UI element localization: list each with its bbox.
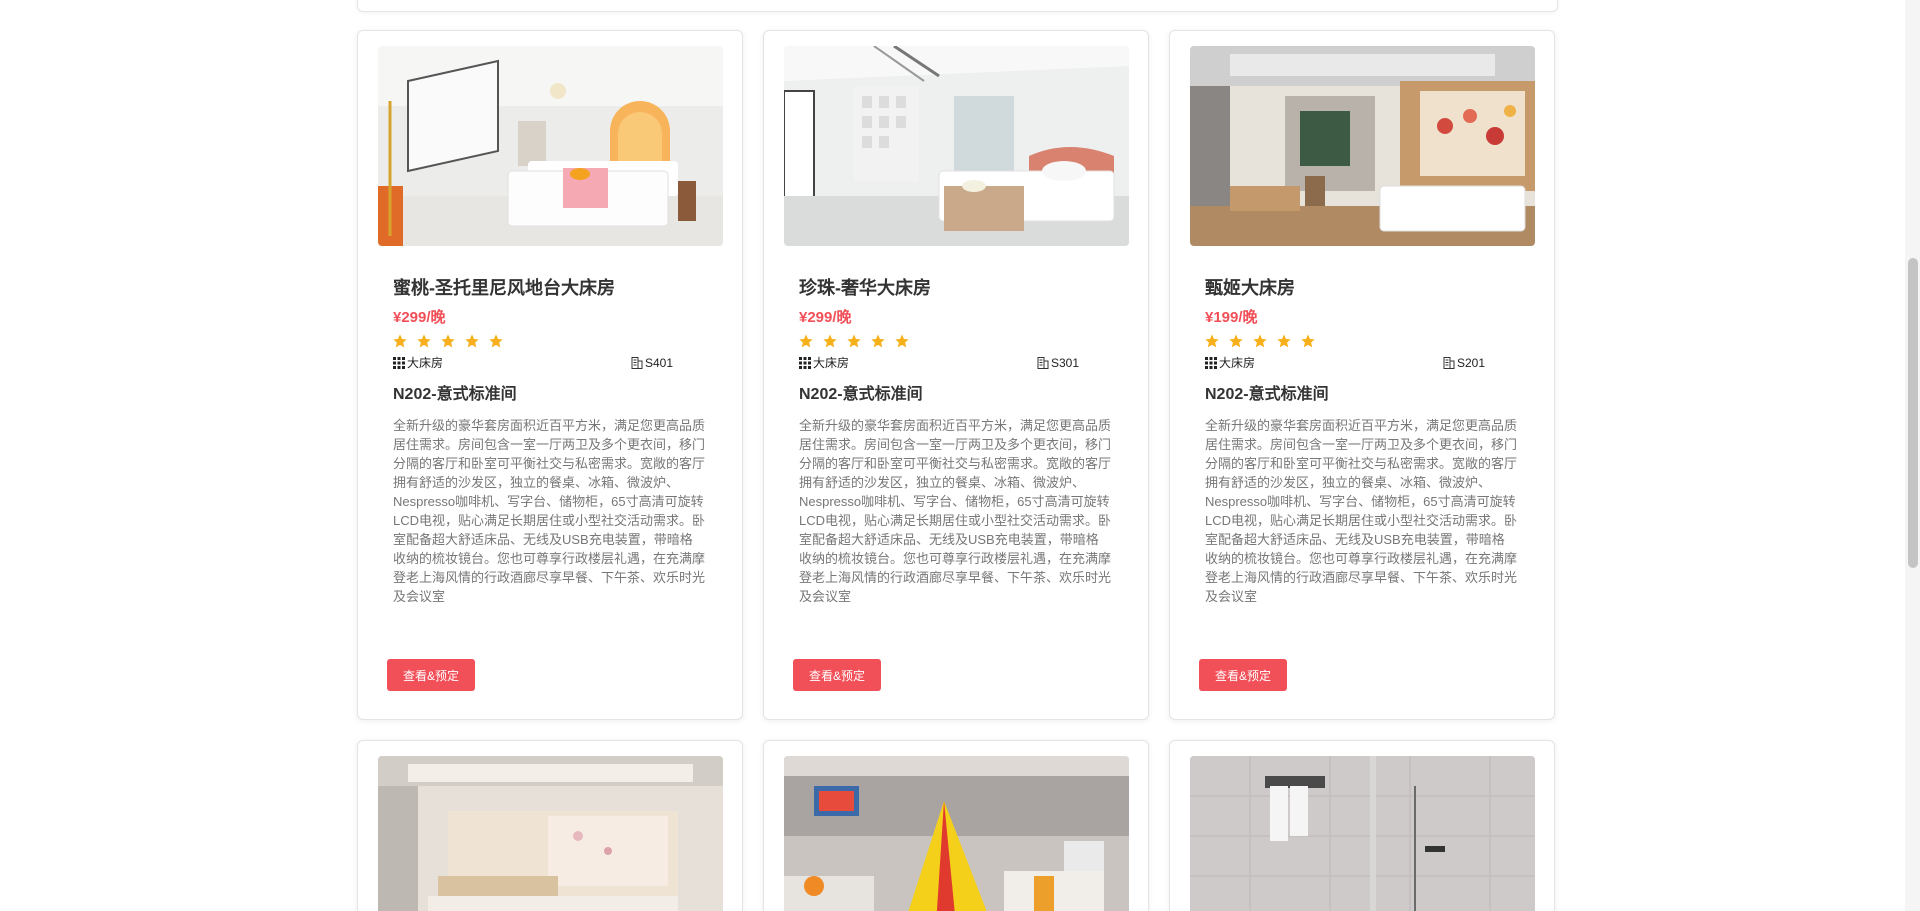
room-meta: 大床房 S301 bbox=[799, 355, 1079, 371]
room-photo[interactable] bbox=[1190, 756, 1535, 911]
room-price: ¥299/晚 bbox=[799, 309, 852, 326]
room-type: 大床房 bbox=[1205, 355, 1255, 371]
star-icon bbox=[871, 334, 885, 348]
room-photo-image bbox=[1190, 756, 1535, 911]
star-icon bbox=[823, 334, 837, 348]
room-card: 蜜桃-圣托里尼风地台大床房 ¥299/晚 大床房 S401 N202-意式标准间… bbox=[357, 30, 743, 720]
room-name[interactable]: 甄姬大床房 bbox=[1205, 276, 1534, 300]
room-card: 甄姬大床房 ¥199/晚 大床房 S201 N202-意式标准间 全新升级的豪华… bbox=[1169, 30, 1555, 720]
star-rating bbox=[1204, 333, 1534, 351]
star-icon bbox=[489, 334, 503, 348]
room-number-label: S301 bbox=[1050, 356, 1079, 370]
grid-icon bbox=[1205, 357, 1217, 369]
room-number: S201 bbox=[1443, 355, 1485, 371]
room-type-label: 大床房 bbox=[813, 356, 850, 370]
room-description: 全新升级的豪华套房面积近百平方米，满足您更高品质居住需求。房间包含一室一厅两卫及… bbox=[393, 418, 705, 604]
room-type: 大床房 bbox=[799, 355, 849, 371]
view-and-book-button[interactable]: 查看&预定 bbox=[793, 659, 881, 691]
room-photo[interactable] bbox=[378, 756, 723, 911]
room-photo[interactable] bbox=[784, 46, 1129, 246]
room-photo-image bbox=[378, 46, 723, 246]
star-icon bbox=[393, 334, 407, 348]
page-viewport: 蜜桃-圣托里尼风地台大床房 ¥299/晚 大床房 S401 N202-意式标准间… bbox=[0, 0, 1920, 911]
room-number-label: S401 bbox=[644, 356, 673, 370]
room-photo-image bbox=[784, 756, 1129, 911]
building-icon bbox=[1443, 357, 1455, 369]
room-photo-image bbox=[1190, 46, 1535, 246]
page-scrollbar[interactable] bbox=[1905, 0, 1920, 911]
view-and-book-button[interactable]: 查看&预定 bbox=[387, 659, 475, 691]
star-icon bbox=[847, 334, 861, 348]
room-name[interactable]: 蜜桃-圣托里尼风地台大床房 bbox=[393, 276, 722, 300]
building-icon bbox=[631, 357, 643, 369]
room-price: ¥199/晚 bbox=[1205, 309, 1258, 326]
room-photo[interactable] bbox=[1190, 46, 1535, 246]
room-description: 全新升级的豪华套房面积近百平方米，满足您更高品质居住需求。房间包含一室一厅两卫及… bbox=[799, 418, 1111, 604]
room-meta: 大床房 S201 bbox=[1205, 355, 1485, 371]
room-photo-image bbox=[784, 46, 1129, 246]
room-subtitle: N202-意式标准间 bbox=[799, 386, 923, 403]
room-subtitle: N202-意式标准间 bbox=[1205, 386, 1329, 403]
room-card: 珍珠-奢华大床房 ¥299/晚 大床房 S301 N202-意式标准间 全新升级… bbox=[763, 30, 1149, 720]
room-description: 全新升级的豪华套房面积近百平方米，满足您更高品质居住需求。房间包含一室一厅两卫及… bbox=[1205, 418, 1517, 604]
previous-section-card bbox=[357, 0, 1558, 12]
star-icon bbox=[1301, 334, 1315, 348]
star-icon bbox=[895, 334, 909, 348]
room-name[interactable]: 珍珠-奢华大床房 bbox=[799, 276, 1128, 300]
grid-icon bbox=[799, 357, 811, 369]
star-rating bbox=[392, 333, 722, 351]
star-rating bbox=[798, 333, 1128, 351]
room-card bbox=[763, 740, 1149, 911]
room-card bbox=[1169, 740, 1555, 911]
room-number: S401 bbox=[631, 355, 673, 371]
room-grid: 蜜桃-圣托里尼风地台大床房 ¥299/晚 大床房 S401 N202-意式标准间… bbox=[357, 30, 1557, 911]
room-type-label: 大床房 bbox=[407, 356, 444, 370]
room-number-label: S201 bbox=[1456, 356, 1485, 370]
star-icon bbox=[1205, 334, 1219, 348]
scrollbar-thumb[interactable] bbox=[1908, 258, 1918, 568]
room-photo[interactable] bbox=[378, 46, 723, 246]
room-type-label: 大床房 bbox=[1219, 356, 1256, 370]
room-card bbox=[357, 740, 743, 911]
star-icon bbox=[1229, 334, 1243, 348]
building-icon bbox=[1037, 357, 1049, 369]
grid-icon bbox=[393, 357, 405, 369]
room-type: 大床房 bbox=[393, 355, 443, 371]
room-photo[interactable] bbox=[784, 756, 1129, 911]
room-subtitle: N202-意式标准间 bbox=[393, 386, 517, 403]
room-price: ¥299/晚 bbox=[393, 309, 446, 326]
room-number: S301 bbox=[1037, 355, 1079, 371]
star-icon bbox=[799, 334, 813, 348]
star-icon bbox=[1277, 334, 1291, 348]
star-icon bbox=[1253, 334, 1267, 348]
star-icon bbox=[441, 334, 455, 348]
room-meta: 大床房 S401 bbox=[393, 355, 673, 371]
room-photo-image bbox=[378, 756, 723, 911]
star-icon bbox=[417, 334, 431, 348]
view-and-book-button[interactable]: 查看&预定 bbox=[1199, 659, 1287, 691]
star-icon bbox=[465, 334, 479, 348]
